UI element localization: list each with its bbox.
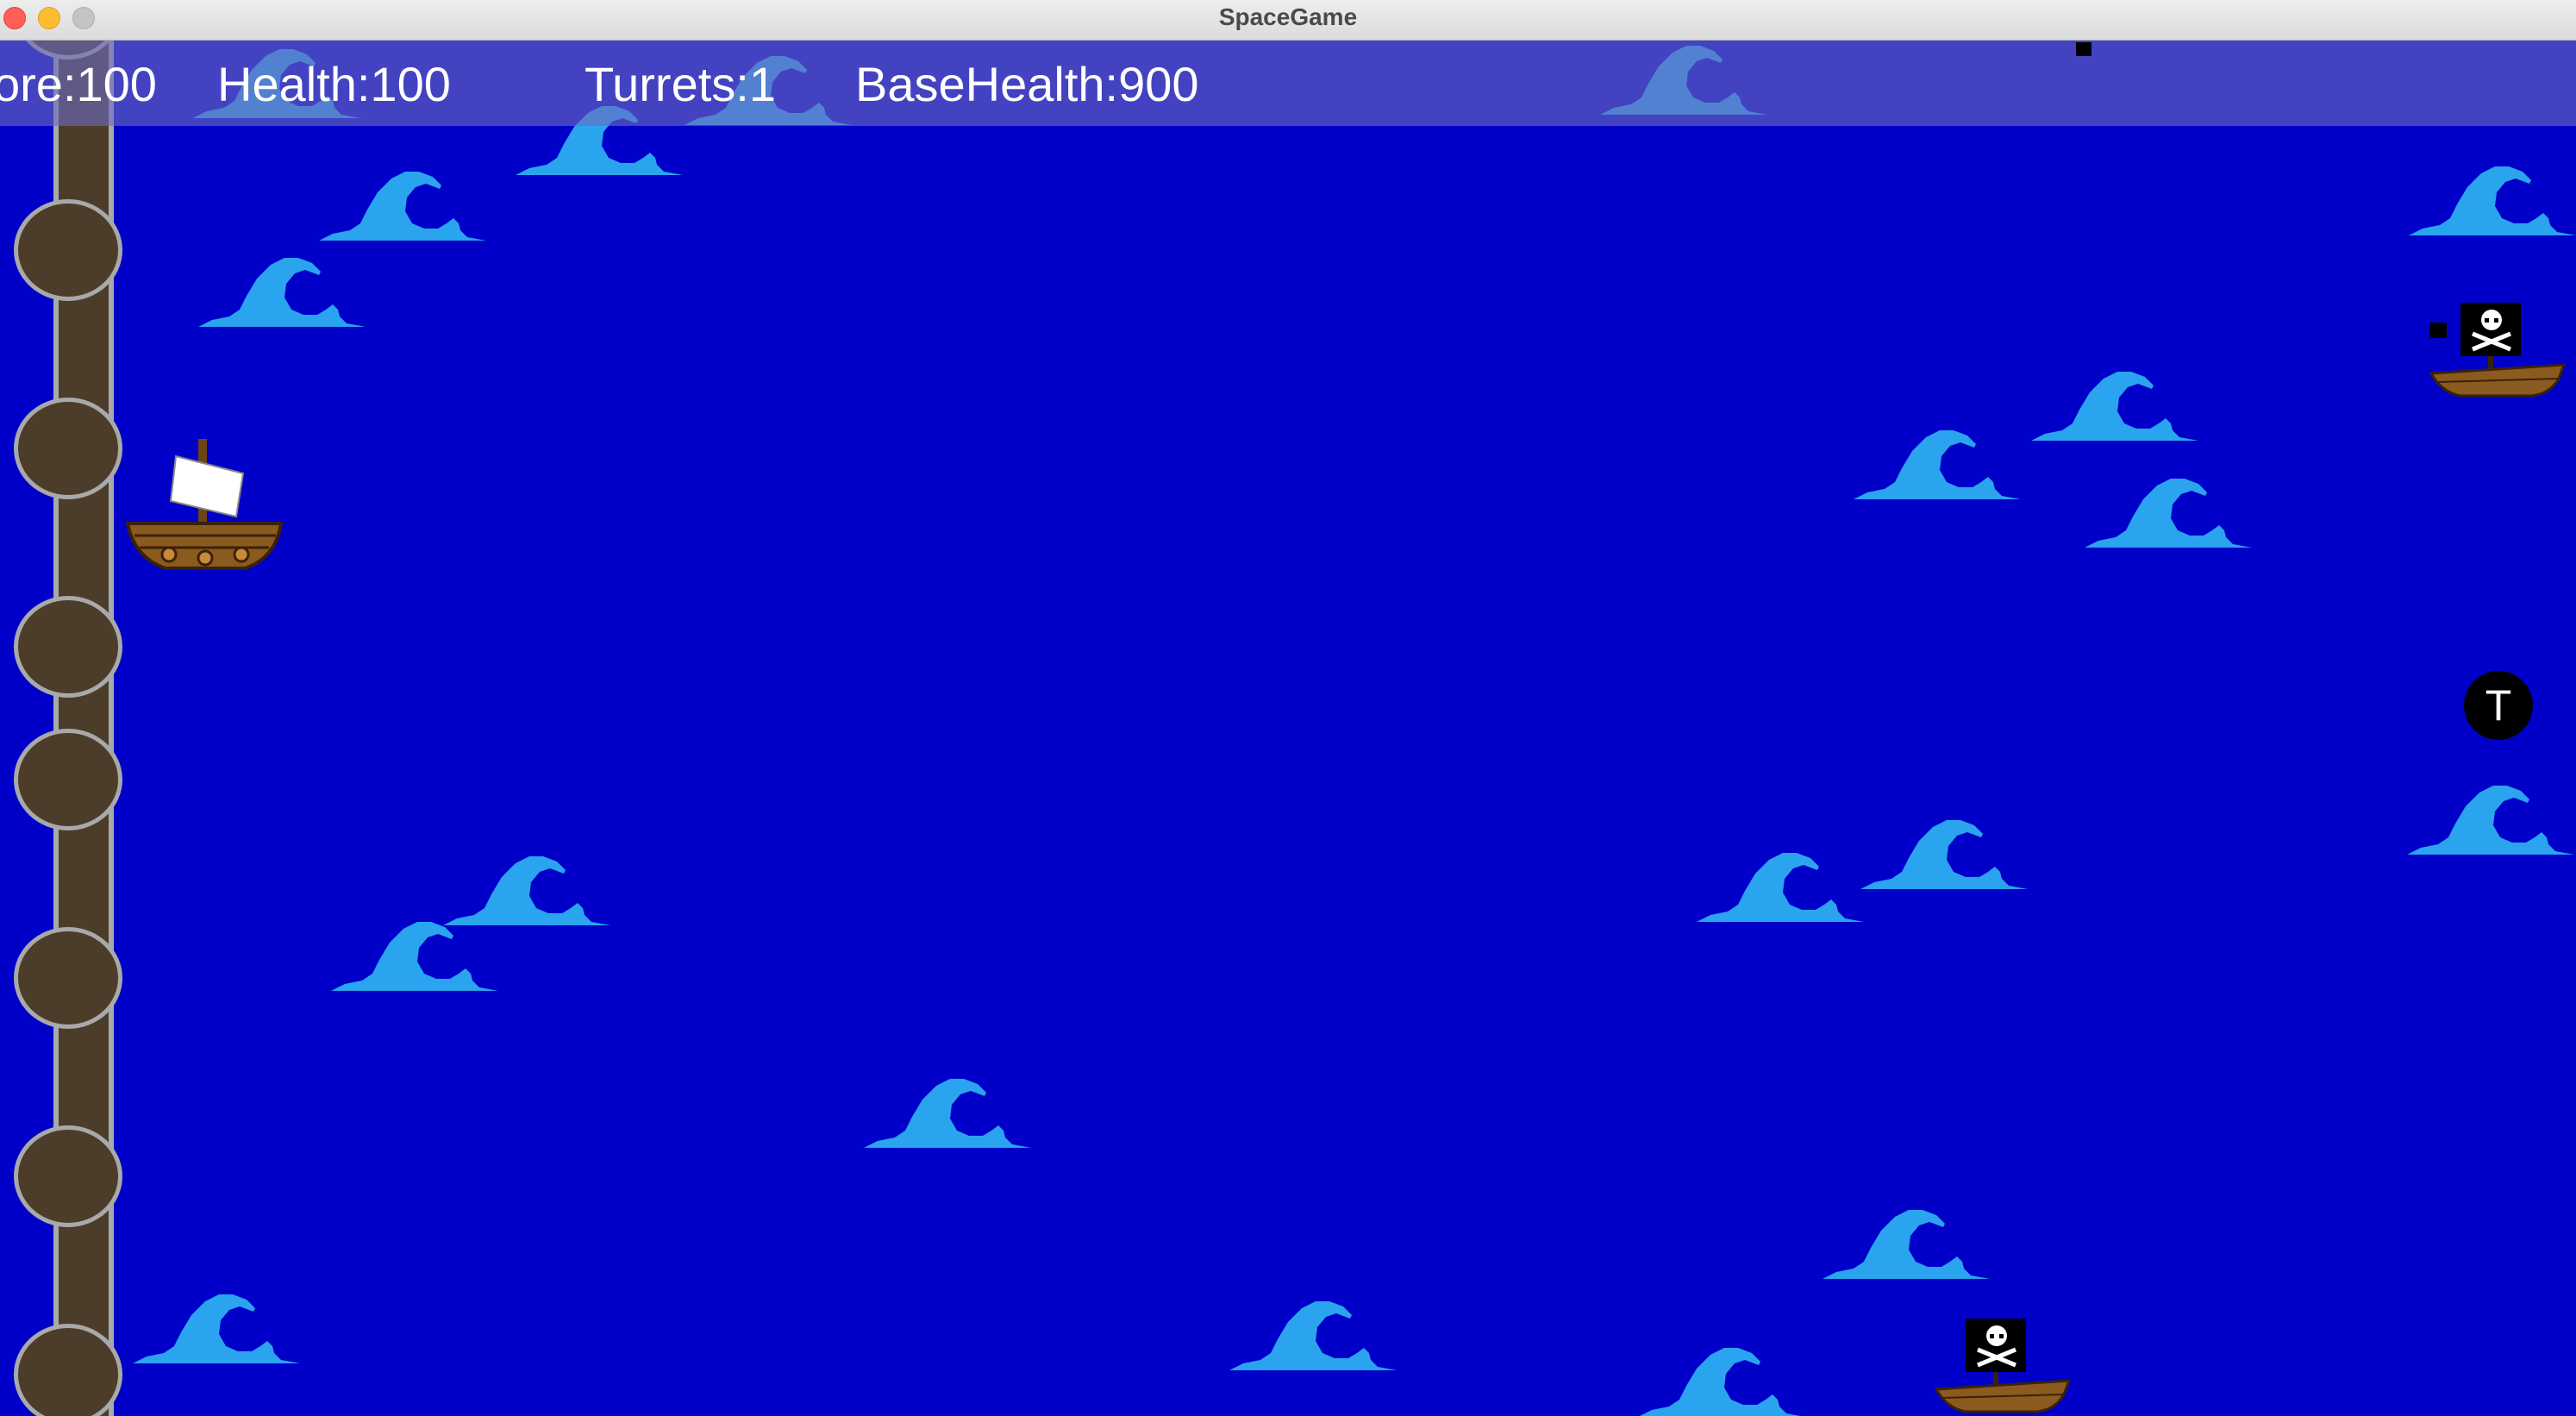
wave-icon: [2028, 365, 2200, 444]
wave-icon: [1819, 1203, 1991, 1282]
base-node-icon: [14, 729, 122, 830]
health-display: Health:100: [217, 57, 451, 111]
wave-icon: [2404, 779, 2576, 858]
wave-icon: [1857, 813, 2029, 893]
base-health-display: BaseHealth:900: [855, 57, 1199, 111]
base-node-icon: [14, 596, 122, 698]
base-node-icon: [14, 1125, 122, 1227]
window-title: SpaceGame: [1218, 3, 1358, 30]
wave-icon: [328, 915, 500, 994]
wave-icon: [2405, 160, 2576, 239]
wave-icon: [1635, 1341, 1807, 1416]
pirate-ship-icon: [1935, 1319, 2072, 1413]
wave-icon: [860, 1072, 1033, 1151]
wave-icon: [1226, 1294, 1398, 1374]
player-ship-icon[interactable]: [124, 437, 284, 580]
turrets-display: Turrets:1: [585, 57, 776, 111]
base-node-icon: [14, 199, 122, 301]
turret-button[interactable]: T: [2464, 671, 2533, 740]
base-node-icon: [14, 927, 122, 1029]
hud-bar: ore:100 Health:100 Turrets:1 BaseHealth:…: [0, 41, 2576, 126]
wave-icon: [1850, 423, 2023, 503]
pirate-ship-icon: [2429, 303, 2567, 398]
cannonball: [2076, 42, 2091, 56]
wave-icon: [2081, 472, 2254, 551]
wave-icon: [1693, 846, 1866, 925]
wave-icon: [129, 1288, 302, 1367]
window-titlebar: SpaceGame: [0, 0, 2576, 41]
game-canvas[interactable]: T ore:100 Health:100 Turrets:1 BaseHealt…: [0, 41, 2576, 1416]
player-base: [14, 41, 129, 1416]
score-display: ore:100: [0, 57, 157, 111]
wave-icon: [195, 251, 367, 330]
base-node-icon: [14, 398, 122, 499]
wave-icon: [316, 165, 488, 244]
base-node-icon: [14, 1324, 122, 1416]
cannonball: [2429, 323, 2447, 338]
